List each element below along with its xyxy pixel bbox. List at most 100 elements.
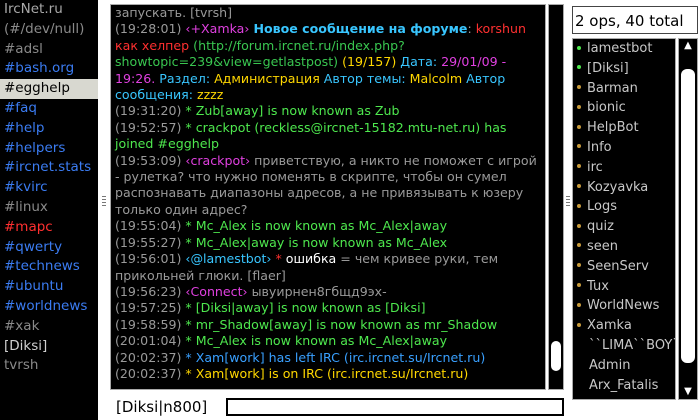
chat-segment: * mr_Shadow[away] is now known as mr_Sha… [185, 316, 498, 332]
chat-segment: запускать. [tvrsh] [115, 5, 233, 20]
channel-item[interactable]: #linux [0, 198, 98, 218]
nick-item[interactable]: Arx_Fatalis [573, 376, 675, 396]
user-status-icon [577, 203, 581, 208]
nicklist-splitter[interactable] [564, 0, 572, 420]
nick-item[interactable]: ``LIMA``BOY`` [573, 336, 675, 356]
message-input[interactable] [226, 398, 564, 416]
channel-splitter[interactable] [100, 0, 108, 420]
chat-segment: ошибка [285, 251, 337, 267]
chat-segment: ‹Connect› [185, 283, 252, 299]
chat-segment: Автор темы: [319, 70, 410, 86]
channel-list[interactable]: IrcNet.ru (#/dev/null) #adsl #bash.org #eggh… [0, 0, 100, 420]
chat-segment: Дата: [396, 54, 442, 70]
chat-log[interactable]: запускать. [tvrsh] (19:28:01) ‹+Xamka› Но… [110, 4, 546, 390]
nick-label: SeenServ [587, 258, 649, 274]
nick-item[interactable]: lamestbot [573, 39, 675, 59]
nick-label: WorldNews [587, 298, 660, 314]
nick-item[interactable]: quiz [573, 217, 675, 237]
chat-line: (19:53:09) ‹crackpot› приветствую, а ник… [111, 153, 545, 219]
nick-item[interactable]: Tux [573, 277, 675, 297]
scroll-down-icon[interactable]: ▼ [679, 385, 697, 399]
chat-segment: Malcolm [409, 70, 463, 86]
chat-segment: (19:58:59) [115, 316, 186, 332]
nick-label: ``LIMA``BOY`` [589, 337, 676, 353]
chat-segment: (19/157) [342, 54, 397, 70]
chat-segment: zzzz [196, 87, 224, 103]
channel-item[interactable]: #egghelp [0, 79, 98, 99]
channel-item[interactable]: #mapc [0, 218, 98, 238]
channel-item[interactable]: #helpers [0, 139, 98, 159]
user-status-icon [577, 124, 581, 129]
channel-item[interactable]: IrcNet.ru [0, 0, 98, 20]
nick-item[interactable]: Admin [573, 356, 675, 376]
channel-item[interactable]: #bash.org [0, 59, 98, 79]
chat-segment: ‹crackpot› [185, 152, 255, 168]
nick-item[interactable]: [Diksi] [573, 59, 675, 79]
nick-item[interactable]: HelpBot [573, 118, 675, 138]
chat-line: (19:57:25) * [Diksi|away] is now known a… [111, 300, 545, 316]
channel-item[interactable]: #faq [0, 99, 98, 119]
nick-item[interactable]: Xamka [573, 316, 675, 336]
user-status-icon [577, 45, 581, 50]
nick-item[interactable]: bionic [573, 98, 675, 118]
nick-label: HelpBot [587, 120, 639, 136]
chat-segment: (19:52:57) [115, 119, 186, 135]
nick-item[interactable]: SeenServ [573, 257, 675, 277]
nick-item[interactable]: Logs [573, 197, 675, 217]
chat-line: запускать. [tvrsh] [111, 5, 545, 21]
chat-scrollbar[interactable] [548, 4, 564, 390]
chat-segment: ‹@lamestbot› [185, 251, 276, 267]
current-nick: [Diksi|n800] [116, 398, 208, 416]
chat-line: (19:55:04) * Mc_Alex is now known as Mc_… [111, 218, 545, 234]
channel-item[interactable]: #qwerty [0, 238, 98, 258]
nick-label: Logs [587, 199, 617, 215]
channel-item[interactable]: (#/dev/null) [0, 20, 98, 40]
channel-item[interactable]: #kvirc [0, 178, 98, 198]
user-status-icon [577, 283, 581, 288]
chat-segment: Администрация [214, 70, 320, 86]
user-status-icon [577, 322, 581, 327]
nick-item[interactable]: WorldNews [573, 296, 675, 316]
nick-item[interactable]: Info [573, 138, 675, 158]
channel-item[interactable]: #help [0, 119, 98, 139]
chat-segment: (20:02:37) [115, 365, 186, 381]
chat-segment: * Xam[work] is on IRC (irc.ircnet.su/Irc… [185, 365, 469, 381]
chat-segment: * Mc_Alex is now known as Mc_Alex|away [185, 218, 448, 234]
splitter-grip-icon [102, 196, 106, 208]
nick-item[interactable]: seen [573, 237, 675, 257]
nick-item[interactable]: irc [573, 158, 675, 178]
channel-item[interactable]: #xak [0, 317, 98, 337]
nick-label: Tux [587, 278, 609, 294]
splitter-grip-icon [566, 196, 570, 208]
channel-item[interactable]: #ircnet.stats [0, 158, 98, 178]
chat-scrollbar-thumb[interactable] [551, 341, 561, 371]
nick-label: seen [587, 238, 619, 254]
chat-segment: Раздел: [155, 70, 215, 86]
chat-area: запускать. [tvrsh] (19:28:01) ‹+Xamka› Но… [108, 0, 568, 392]
nicklist-scrollbar-thumb[interactable] [681, 69, 695, 363]
nick-label: Info [587, 139, 612, 155]
nick-item[interactable]: Kozyavka [573, 178, 675, 198]
channel-item[interactable]: #worldnews [0, 297, 98, 317]
chat-segment: ывуирнен8гбщд9эх- [251, 283, 387, 299]
user-status-icon [577, 243, 581, 248]
channel-item[interactable]: [Diksi] [0, 337, 98, 357]
nick-item[interactable]: Barman [573, 79, 675, 99]
chat-segment: Новое сообщение на форуме [253, 21, 468, 37]
chat-line: (19:56:01) ‹@lamestbot› * ошибка = чем к… [111, 251, 545, 284]
channel-item[interactable]: #ubuntu [0, 277, 98, 297]
nick-label: quiz [587, 219, 614, 235]
chat-line: (19:52:57) * crackpot (reckless@ircnet-1… [111, 120, 545, 153]
nicklist-scrollbar[interactable]: ▲ ▼ [678, 38, 698, 400]
user-status-icon [577, 184, 581, 189]
scroll-up-icon[interactable]: ▲ [679, 39, 697, 53]
nick-label: bionic [587, 100, 626, 116]
channel-item[interactable]: tvrsh [0, 356, 98, 376]
nick-list[interactable]: lamestbot [Diksi] Barman bionic HelpBot Info i… [572, 38, 676, 400]
user-status-icon [577, 302, 581, 307]
chat-segment: * Xam[work] has left IRC (irc.ircnet.su/… [185, 349, 486, 365]
chat-segment: (19:56:23) [115, 283, 186, 299]
chat-segment: (19:57:25) [115, 300, 186, 316]
channel-item[interactable]: #technews [0, 257, 98, 277]
channel-item[interactable]: #adsl [0, 40, 98, 60]
